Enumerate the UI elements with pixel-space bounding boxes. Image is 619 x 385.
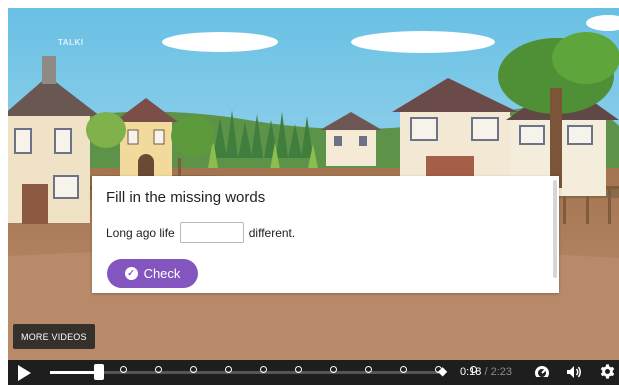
chapter-marker[interactable] [330, 366, 337, 373]
quiz-panel: Fill in the missing words Long ago life … [92, 176, 559, 293]
more-videos-button[interactable]: MORE VIDEOS [13, 324, 95, 349]
check-button[interactable]: ✓ Check [107, 259, 198, 288]
missing-word-input[interactable] [179, 222, 244, 243]
panel-scrollbar[interactable] [553, 180, 557, 278]
sentence-before: Long ago life [106, 225, 175, 240]
progress-thumb[interactable] [94, 364, 105, 380]
play-icon[interactable] [18, 365, 31, 381]
gear-icon[interactable] [599, 363, 616, 380]
check-icon: ✓ [124, 267, 138, 280]
end-marker-icon[interactable]: ◆ [438, 365, 447, 377]
progress-played [50, 371, 100, 374]
chapter-marker[interactable] [225, 366, 232, 373]
time-separator: / [481, 366, 491, 378]
chapter-marker[interactable] [155, 366, 162, 373]
player-controls: ◆ 0:18 / 2:23 [8, 360, 619, 385]
quiz-sentence: Long ago life different. [106, 222, 295, 243]
current-time: 0:18 [460, 366, 482, 378]
logo: TALKI [58, 38, 84, 47]
chapter-marker[interactable] [295, 366, 302, 373]
chapter-marker[interactable] [400, 366, 407, 373]
speed-icon[interactable] [533, 364, 551, 380]
chapter-marker[interactable] [260, 366, 267, 373]
video-player: TALKI Fill in the missing words Long ago… [0, 0, 619, 385]
check-label: Check [143, 266, 181, 281]
sentence-after: different. [248, 225, 296, 240]
progress-track[interactable] [50, 364, 477, 380]
chapter-marker[interactable] [190, 366, 197, 373]
quiz-title: Fill in the missing words [106, 189, 266, 206]
total-time: 2:23 [490, 366, 513, 378]
chapter-marker[interactable] [365, 366, 372, 373]
chapter-marker[interactable] [120, 366, 127, 373]
time-display: 0:18 / 2:23 [460, 366, 512, 378]
volume-icon[interactable] [566, 364, 584, 380]
